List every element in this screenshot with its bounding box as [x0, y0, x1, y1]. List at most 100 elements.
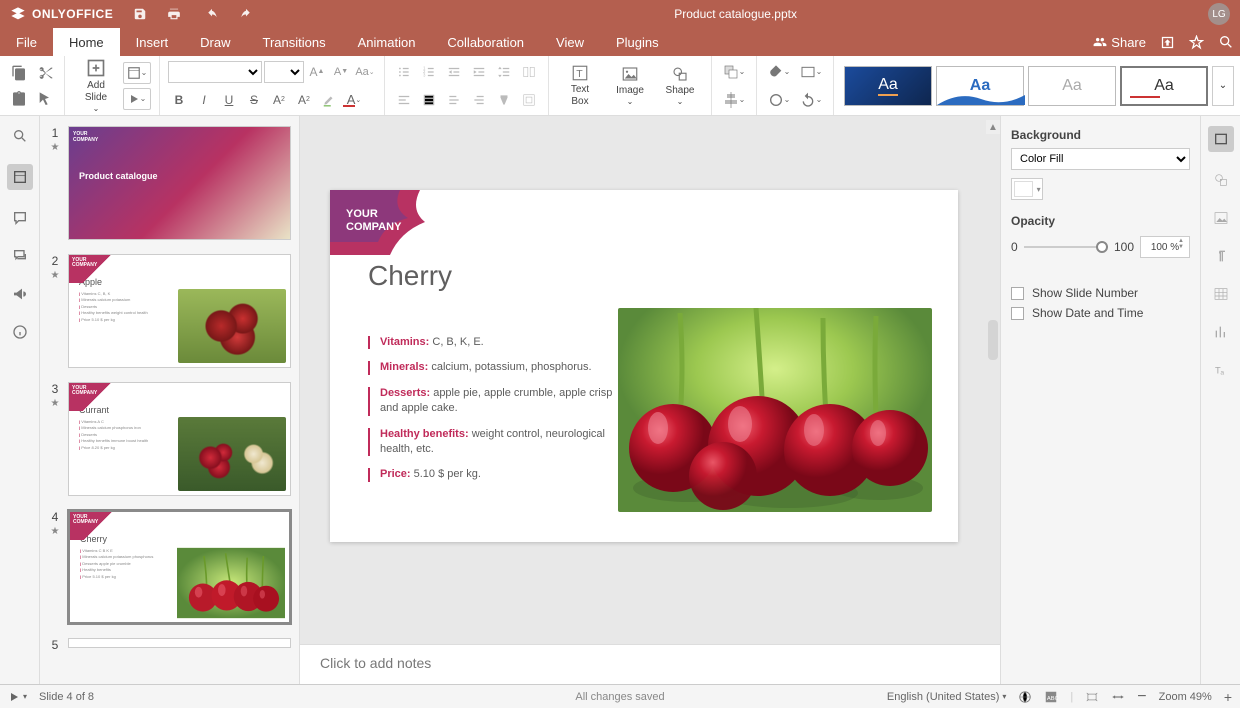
increase-indent-button[interactable]	[468, 61, 490, 83]
shape-outline-button[interactable]: ⌄	[765, 89, 793, 111]
strike-button[interactable]: S	[243, 89, 265, 111]
start-slideshow-button[interactable]: ⌄	[123, 88, 151, 110]
fit-slide-icon[interactable]	[1085, 690, 1099, 704]
columns-button[interactable]	[518, 61, 540, 83]
menu-insert[interactable]: Insert	[120, 28, 185, 56]
share-button[interactable]: Share	[1093, 35, 1146, 50]
vertical-scrollbar[interactable]: ▲ ▼	[986, 120, 1000, 680]
shape-settings-icon[interactable]	[1211, 170, 1231, 190]
zoom-out-button[interactable]: −	[1137, 688, 1146, 706]
slide-settings-icon[interactable]	[1208, 126, 1234, 152]
font-color-button[interactable]: A⌄	[343, 89, 365, 111]
menu-file[interactable]: File	[0, 28, 53, 56]
slide-layout-button[interactable]: ⌄	[123, 62, 151, 84]
search-icon[interactable]	[1218, 34, 1234, 50]
fill-color-picker[interactable]: ▾	[1011, 178, 1043, 200]
select-button[interactable]	[34, 88, 56, 110]
notes-area[interactable]: Click to add notes	[300, 644, 1000, 684]
increase-font-button[interactable]: A▲	[306, 61, 328, 83]
theme-4[interactable]: Aa	[1120, 66, 1208, 106]
replace-button[interactable]: ⌄	[797, 89, 825, 111]
themes-more-button[interactable]: ⌄	[1212, 66, 1234, 106]
subscript-button[interactable]: A2	[293, 89, 315, 111]
rtl-button[interactable]	[443, 89, 465, 111]
chat-rail-icon[interactable]	[10, 246, 30, 266]
fill-type-select[interactable]: Color Fill	[1011, 148, 1190, 170]
play-from-start-button[interactable]: ▾	[8, 691, 27, 703]
show-slide-number-checkbox[interactable]: Show Slide Number	[1011, 286, 1190, 300]
slide-thumbnail-3[interactable]: 3★ YOURCOMPANY Currant Vitamins A CMiner…	[48, 382, 291, 496]
print-icon[interactable]	[167, 7, 181, 21]
ltr-button[interactable]	[468, 89, 490, 111]
scroll-up-button[interactable]: ▲	[986, 120, 1000, 134]
menu-collaboration[interactable]: Collaboration	[431, 28, 540, 56]
underline-button[interactable]: U	[218, 89, 240, 111]
slide-title[interactable]: Cherry	[368, 260, 452, 292]
decrease-font-button[interactable]: A▼	[330, 61, 352, 83]
paste-button[interactable]	[8, 88, 30, 110]
add-slide-button[interactable]: Add Slide ⌄	[73, 58, 119, 114]
open-location-icon[interactable]	[1160, 35, 1175, 50]
copy-button[interactable]	[8, 62, 30, 84]
change-case-button[interactable]: Aa⌄	[354, 61, 376, 83]
align-h-button[interactable]	[393, 89, 415, 111]
chart-settings-icon[interactable]	[1211, 322, 1231, 342]
clear-format-button[interactable]	[493, 89, 515, 111]
opacity-spinner[interactable]: 100 %▲▼	[1140, 236, 1190, 258]
slide-thumbnail-1[interactable]: 1★ Product catalogue YOURCOMPANY	[48, 126, 291, 240]
menu-animation[interactable]: Animation	[342, 28, 432, 56]
slide-thumbnail-5[interactable]: 5	[48, 638, 291, 652]
slide-thumbnail-2[interactable]: 2★ YOURCOMPANY Apple Vitamins C, B, KMin…	[48, 254, 291, 368]
cut-button[interactable]	[34, 62, 56, 84]
theme-1[interactable]: Aa	[844, 66, 932, 106]
fit-width-icon[interactable]	[1111, 690, 1125, 704]
show-date-time-checkbox[interactable]: Show Date and Time	[1011, 306, 1190, 320]
font-size-select[interactable]	[264, 61, 304, 83]
slide-body-text[interactable]: Vitamins: C, B, K, E. Minerals: calcium,…	[368, 335, 618, 493]
bold-button[interactable]: B	[168, 89, 190, 111]
table-settings-icon[interactable]	[1211, 284, 1231, 304]
menu-transitions[interactable]: Transitions	[247, 28, 342, 56]
about-rail-icon[interactable]	[10, 322, 30, 342]
highlight-button[interactable]	[318, 89, 340, 111]
decrease-indent-button[interactable]	[443, 61, 465, 83]
menu-view[interactable]: View	[540, 28, 600, 56]
italic-button[interactable]: I	[193, 89, 215, 111]
undo-icon[interactable]	[205, 7, 219, 21]
align-v-button[interactable]	[418, 89, 440, 111]
search-rail-icon[interactable]	[10, 126, 30, 146]
align-shape-button[interactable]: ⌄	[720, 89, 748, 111]
line-spacing-button[interactable]	[493, 61, 515, 83]
star-icon[interactable]	[1189, 35, 1204, 50]
superscript-button[interactable]: A2	[268, 89, 290, 111]
slide-thumbnail-4[interactable]: 4★ YOURCOMPANY Cherry Vitamins C B K EMi…	[48, 510, 291, 624]
text-box-button[interactable]: T Text Box	[557, 64, 603, 108]
spellcheck-icon[interactable]: ABC	[1044, 690, 1058, 704]
arrange-button[interactable]: ⌄	[720, 61, 748, 83]
insert-symbol-button[interactable]	[518, 89, 540, 111]
zoom-in-button[interactable]: +	[1224, 689, 1232, 705]
shape-button[interactable]: Shape⌄	[657, 65, 703, 107]
theme-3[interactable]: Aa	[1028, 66, 1116, 106]
slides-rail-icon[interactable]	[7, 164, 33, 190]
canvas-area[interactable]: YOURCOMPANY Cherry Vitamins: C, B, K, E.…	[300, 116, 1000, 684]
slides-panel[interactable]: 1★ Product catalogue YOURCOMPANY 2★ YOUR…	[40, 116, 300, 684]
numbering-button[interactable]: 123	[418, 61, 440, 83]
theme-2[interactable]: Aa	[936, 66, 1024, 106]
comments-rail-icon[interactable]	[10, 208, 30, 228]
feedback-rail-icon[interactable]	[10, 284, 30, 304]
slide-canvas[interactable]: YOURCOMPANY Cherry Vitamins: C, B, K, E.…	[330, 190, 958, 542]
menu-draw[interactable]: Draw	[184, 28, 246, 56]
user-avatar[interactable]: LG	[1208, 3, 1230, 25]
menu-home[interactable]: Home	[53, 28, 120, 56]
set-language-icon[interactable]	[1018, 690, 1032, 704]
bullets-button[interactable]	[393, 61, 415, 83]
font-family-select[interactable]	[168, 61, 262, 83]
image-button[interactable]: Image⌄	[607, 65, 653, 107]
paragraph-settings-icon[interactable]	[1211, 246, 1231, 266]
opacity-slider[interactable]	[1024, 241, 1108, 253]
slide-size-button[interactable]: ⌄	[797, 61, 825, 83]
menu-plugins[interactable]: Plugins	[600, 28, 675, 56]
save-icon[interactable]	[133, 7, 147, 21]
scroll-thumb[interactable]	[988, 320, 998, 360]
